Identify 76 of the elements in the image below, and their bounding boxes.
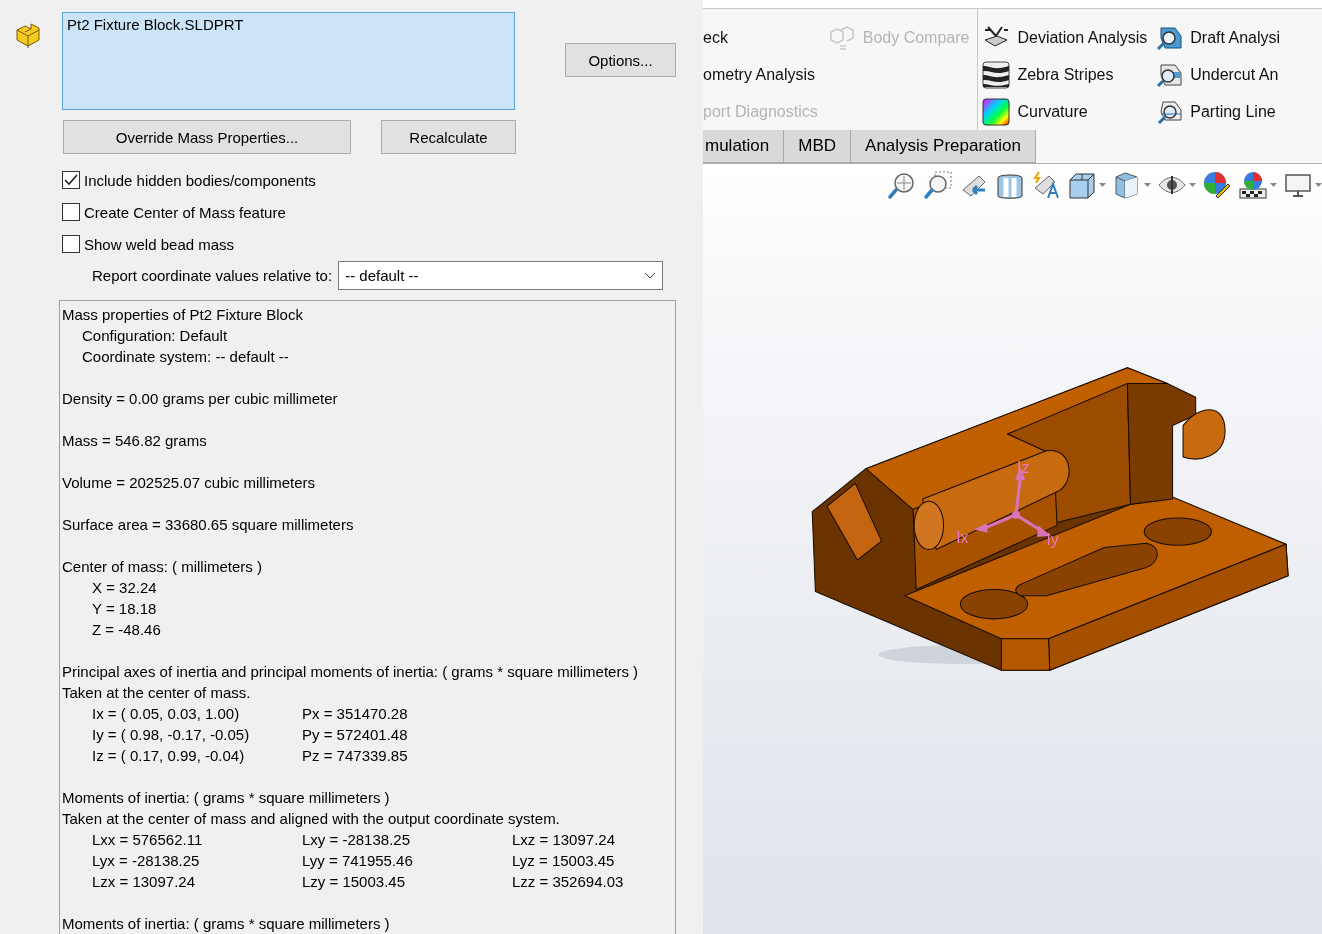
dropdown-caret-icon[interactable] [1189,182,1196,188]
report-value: X = 32.24 [92,578,157,598]
apply-scene-icon[interactable] [1238,170,1268,200]
report-text: Volume = 202525.07 cubic millimeters [62,473,316,493]
dropdown-caret-icon[interactable] [1144,182,1151,188]
report-text: Configuration: Default [82,326,228,346]
report-value: Lyz = 15003.45 [512,851,616,871]
report-value: Lyy = 741955.46 [302,851,414,871]
ribbon-command[interactable]: Curvature [982,93,1148,130]
report-value: Ix = ( 0.05, 0.03, 1.00) [92,704,241,724]
view-tool-button[interactable] [1067,170,1106,200]
selection-list[interactable]: Pt2 Fixture Block.SLDPRT [62,12,515,110]
report-value: Z = -48.46 [92,620,161,640]
ribbon-tab[interactable]: MBD [784,130,852,163]
checkbox[interactable] [62,235,80,253]
override-mass-properties-button[interactable]: Override Mass Properties... [63,120,351,154]
checkbox-label[interactable]: Create Center of Mass feature [84,203,286,221]
report-text: Center of mass: ( millimeters ) [62,557,263,577]
check-icon [64,174,78,186]
report-text: Taken at the center of mass and aligned with the output coordinate system. [62,809,560,829]
report-text: Moments of inertia: ( grams * square millimeters ) [62,788,390,808]
report-value: Py = 572401.48 [302,725,409,745]
report-value: Lxy = -28138.25 [302,830,411,850]
report-value: Lxx = 576562.11 [92,830,204,850]
field-label: Report coordinate values relative to: [92,267,333,284]
recalculate-button[interactable]: Recalculate [381,120,516,154]
curvature-icon[interactable] [982,97,1011,126]
axis-label: Iz [1017,458,1030,476]
report-text: Principal axes of inertia and principal moments of inertia: ( grams * square millimeters ) [62,662,639,682]
report-value: Px = 351470.28 [302,704,409,724]
report-text: Density = 0.00 grams per cubic millimeter [62,389,338,409]
ribbon-command[interactable]: eck [703,19,818,56]
coordinate-system-dropdown[interactable]: -- default -- [338,261,664,290]
report-text: Moments of inertia: ( grams * square millimeters ) [62,914,390,934]
dynamic-annotation-icon[interactable] [1031,170,1061,200]
ribbon-command[interactable]: Undercut An [1155,56,1281,93]
checkbox[interactable] [62,203,80,221]
list-item[interactable]: Pt2 Fixture Block.SLDPRT [67,16,510,33]
dropdown-caret-icon[interactable] [1099,182,1106,188]
zoom-to-fit-icon[interactable] [887,170,917,200]
zoom-area-icon[interactable] [923,170,953,200]
ribbon-tab[interactable]: Analysis Preparation [851,130,1036,163]
ribbon-command[interactable]: Draft Analysi [1155,19,1281,56]
report-text: Mass properties of Pt2 Fixture Block [62,305,303,325]
dropdown-caret-icon[interactable] [1315,182,1322,188]
dropdown-caret-icon[interactable] [1270,182,1277,188]
part-icon [14,20,42,48]
report-value: Lyx = -28138.25 [92,851,201,871]
ribbon-command[interactable]: Parting Line [1155,93,1281,130]
options-button[interactable]: Options... [565,43,676,77]
report-value: Lxz = 13097.24 [512,830,616,850]
checkbox-label[interactable]: Include hidden bodies/components [84,171,316,189]
ribbon-command[interactable]: ometry Analysis [703,56,818,93]
axis-label: Iy [1046,531,1059,549]
report-text: Surface area = 33680.65 square millimeters [62,515,354,535]
checkbox[interactable] [62,171,80,189]
report-value: Lzy = 15003.45 [302,872,406,892]
report-value: Iy = ( 0.98, -0.17, -0.05) [92,725,251,745]
view-orientation-icon[interactable] [1067,170,1097,200]
report-text: Coordinate system: -- default -- [82,347,289,367]
report-text: Mass = 546.82 grams [62,431,207,451]
view-tool-button[interactable] [1238,170,1277,200]
checkbox-label[interactable]: Show weld bead mass [84,235,235,253]
edit-appearance-icon[interactable] [1202,170,1232,200]
ribbon-command[interactable]: Deviation Analysis [982,19,1148,56]
axis-label: Ix [956,529,969,547]
report-value: Pz = 747339.85 [302,746,409,766]
ribbon-command[interactable]: Zebra Stripes [982,56,1148,93]
report-value: Iz = ( 0.17, 0.99, -0.04) [92,746,246,766]
report-value: Lzz = 352694.03 [512,872,625,892]
report-text: Taken at the center of mass. [62,683,251,703]
ribbon-tab[interactable]: mulation [703,130,785,163]
report-value: Y = 18.18 [92,599,157,619]
zebra-stripes-icon[interactable] [982,60,1011,89]
report-value: Lzx = 13097.24 [92,872,196,892]
chevron-down-icon[interactable] [644,271,657,280]
